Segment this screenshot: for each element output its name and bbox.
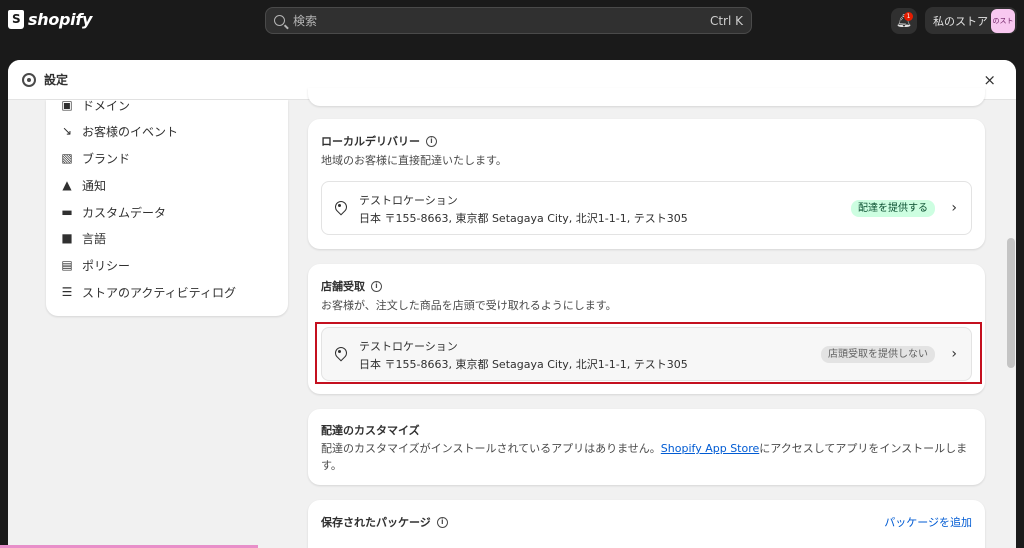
cursor-click-icon: ↘ — [61, 124, 73, 138]
info-icon[interactable]: i — [436, 516, 448, 528]
local-delivery-title: ローカルデリバリー — [321, 135, 420, 148]
add-package-link[interactable]: パッケージを追加 — [884, 514, 972, 530]
store-avatar: のスト — [991, 8, 1015, 33]
policy-icon: ▤ — [61, 258, 73, 272]
customization-description-line2: す。 — [321, 459, 342, 472]
language-icon: ■ — [61, 231, 73, 245]
list-icon: ☰ — [61, 285, 73, 299]
sidebar-item-label: お客様のイベント — [82, 124, 179, 139]
sidebar-item-label: カスタムデータ — [82, 205, 167, 220]
pickup-description: お客様が、注文した商品を店頭で受け取れるようにします。 — [321, 299, 617, 312]
brand-icon: ▧ — [61, 151, 73, 165]
sidebar-item-languages[interactable]: ■ 言語 — [60, 228, 106, 248]
saved-packages-card: 保存されたパッケージ i パッケージを追加 — [308, 500, 985, 548]
sidebar-item-policies[interactable]: ▤ ポリシー — [60, 255, 130, 275]
sidebar-item-label: ポリシー — [82, 258, 131, 273]
location-pin-icon — [334, 347, 346, 361]
sidebar-item-label: ブランド — [82, 151, 131, 166]
search-icon — [274, 15, 285, 26]
sidebar-item-custom-data[interactable]: ▬ カスタムデータ — [60, 202, 166, 222]
top-bar: shopify 検索 Ctrl K 🔔︎ 1 私のストア のスト — [0, 0, 1024, 44]
status-badge: 配達を提供する — [851, 200, 935, 217]
sidebar-item-activity-log[interactable]: ☰ ストアのアクティビティログ — [60, 282, 236, 302]
store-name: 私のストア — [933, 14, 988, 28]
store-switcher[interactable]: 私のストア のスト — [925, 7, 1017, 34]
pickup-title: 店舗受取 — [321, 280, 365, 293]
packages-title-row: 保存されたパッケージ i — [321, 514, 448, 530]
location-name: テストロケーション — [359, 194, 458, 207]
bell-icon: ▲ — [62, 178, 72, 192]
search-shortcut: Ctrl K — [709, 13, 743, 28]
sidebar-item-brand[interactable]: ▧ ブランド — [60, 148, 130, 168]
settings-modal: 設定 × ▣ ドメイン ↘ お客様のイベント ▧ ブランド ▲ 通知 ▬ カスタ… — [8, 60, 1016, 548]
notification-badge: 1 — [904, 12, 913, 21]
app-store-link[interactable]: Shopify App Store — [661, 442, 759, 455]
info-icon[interactable]: i — [426, 135, 437, 147]
customization-description: 配達のカスタマイズがインストールされているアプリはありません。Shopify A… — [321, 440, 967, 456]
location-address: 日本 〒155-8663, 東京都 Setagaya City, 北沢1-1-1… — [359, 212, 688, 225]
location-name: テストロケーション — [359, 340, 458, 353]
packages-title: 保存されたパッケージ — [321, 516, 431, 529]
sidebar-item-label: ドメイン — [82, 98, 131, 113]
close-button[interactable]: × — [983, 71, 996, 89]
sidebar-item-label: ストアのアクティビティログ — [82, 285, 236, 300]
globe-icon: ▣ — [61, 98, 73, 112]
modal-title: 設定 — [44, 73, 69, 87]
local-delivery-description: 地域のお客様に直接配達いたします。 — [321, 154, 507, 167]
search-bar[interactable]: 検索 Ctrl K — [265, 7, 752, 34]
delivery-customization-card: 配達のカスタマイズ 配達のカスタマイズがインストールされているアプリはありません… — [308, 409, 985, 485]
sidebar-item-customer-events[interactable]: ↘ お客様のイベント — [60, 121, 178, 141]
local-delivery-card: ローカルデリバリー i 地域のお客様に直接配達いたします。 テストロケーション … — [308, 119, 985, 249]
local-delivery-title-row: ローカルデリバリー i — [321, 133, 437, 149]
database-icon: ▬ — [61, 205, 73, 219]
scrollbar-thumb[interactable] — [1007, 238, 1015, 368]
sidebar-item-domains[interactable]: ▣ ドメイン — [60, 95, 130, 115]
chevron-right-icon: › — [951, 346, 957, 362]
sidebar-item-label: 通知 — [82, 178, 107, 193]
sidebar-item-label: 言語 — [82, 231, 107, 246]
shopify-bag-icon — [8, 10, 24, 29]
scrollbar-track[interactable] — [1006, 100, 1016, 548]
chevron-right-icon: › — [951, 200, 957, 216]
shopify-logo[interactable]: shopify — [8, 10, 92, 29]
customization-text-after: にアクセスしてアプリをインストールしま — [759, 442, 968, 455]
local-delivery-location-row[interactable]: テストロケーション 日本 〒155-8663, 東京都 Setagaya Cit… — [321, 181, 972, 235]
location-address: 日本 〒155-8663, 東京都 Setagaya City, 北沢1-1-1… — [359, 358, 688, 371]
pickup-title-row: 店舗受取 i — [321, 278, 382, 294]
brand-name: shopify — [28, 10, 93, 29]
settings-sidebar: ▣ ドメイン ↘ お客様のイベント ▧ ブランド ▲ 通知 ▬ カスタムデータ … — [46, 98, 288, 316]
search-placeholder: 検索 — [293, 14, 318, 28]
pickup-location-row[interactable]: テストロケーション 日本 〒155-8663, 東京都 Setagaya Cit… — [321, 327, 972, 381]
location-pin-icon — [334, 201, 346, 215]
customization-text: 配達のカスタマイズがインストールされているアプリはありません。 — [321, 442, 661, 455]
status-badge: 店頭受取を提供しない — [821, 346, 935, 363]
previous-card-edge — [308, 88, 985, 106]
info-icon[interactable]: i — [371, 280, 382, 292]
pickup-card: 店舗受取 i お客様が、注文した商品を店頭で受け取れるようにします。 テストロケ… — [308, 264, 985, 394]
notifications-button[interactable]: 🔔︎ 1 — [891, 8, 917, 34]
gear-icon — [22, 72, 36, 87]
sidebar-item-notifications[interactable]: ▲ 通知 — [60, 175, 106, 195]
customization-title: 配達のカスタマイズ — [321, 424, 420, 437]
